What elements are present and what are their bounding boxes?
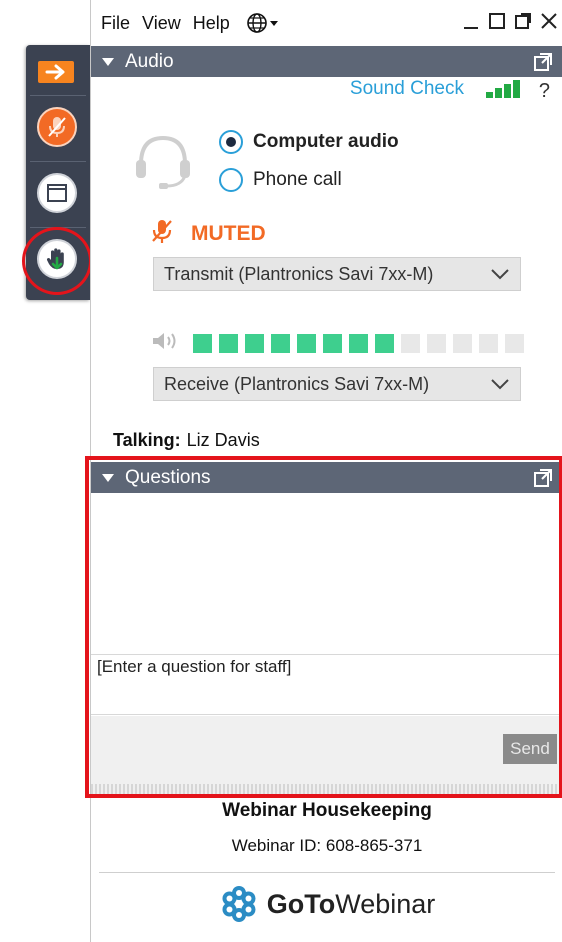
talking-name: Liz Davis [186,430,260,450]
brand-webinar: Webinar [335,888,436,919]
meter-segment [505,334,524,353]
globe-icon[interactable] [246,12,280,34]
webinar-title: Webinar Housekeeping [222,800,432,821]
meter-segment-active [219,334,238,353]
radio-phone-call[interactable]: Phone call [219,168,342,192]
brand-goto: GoTo [266,888,336,919]
speaker-volume-row [151,330,524,357]
sound-check-link[interactable]: Sound Check [350,78,464,100]
help-icon[interactable]: ? [539,80,550,103]
transmit-device-value: Transmit (Plantronics Savi 7xx-M) [164,263,434,284]
microphone-muted-icon[interactable] [37,107,77,147]
footer-divider [99,872,555,873]
radio-computer-audio[interactable]: Computer audio [219,130,399,154]
talking-status: Talking: Liz Davis [113,430,260,451]
computer-audio-label: Computer audio [253,131,399,152]
meter-segment-active [349,334,368,353]
close-icon[interactable] [539,10,559,32]
mute-status[interactable]: MUTED [151,218,266,249]
meter-segment-active [271,334,290,353]
meter-segment-active [375,334,394,353]
meter-segment-active [245,334,264,353]
maximize-icon[interactable] [487,10,507,32]
menu-help[interactable]: Help [193,13,230,34]
signal-strength-icon [486,80,520,98]
popout-icon[interactable] [513,10,533,32]
questions-highlight [85,456,562,798]
chevron-down-icon[interactable] [490,268,510,280]
transmit-device-select[interactable]: Transmit (Plantronics Savi 7xx-M) [153,257,521,291]
gotowebinar-logo: GoTo Webinar [91,884,562,924]
microphone-muted-icon[interactable] [151,218,173,249]
talking-label: Talking: [113,430,181,450]
window-icon[interactable] [37,173,77,213]
menu-file[interactable]: File [101,13,130,34]
muted-label: MUTED [191,221,266,245]
arrow-right-icon[interactable] [38,61,74,83]
minimize-icon[interactable] [461,10,481,32]
phone-call-label: Phone call [253,169,342,190]
raise-hand-highlight [22,227,92,295]
meter-segment-active [193,334,212,353]
volume-meter [193,334,524,353]
collapse-triangle-icon[interactable] [101,57,115,67]
meter-segment [427,334,446,353]
meter-segment [453,334,472,353]
speaker-icon[interactable] [151,330,181,357]
audio-header-title: Audio [125,50,174,72]
meter-segment [401,334,420,353]
toolbar-divider [30,161,86,162]
meter-segment-active [297,334,316,353]
menu-bar: File View Help [91,0,562,46]
receive-device-select[interactable]: Receive (Plantronics Savi 7xx-M) [153,367,521,401]
webinar-id: Webinar ID: 608-865-371 [231,836,423,855]
control-panel: File View Help Audio Sound Check ? Compu… [85,0,562,942]
headset-icon [131,128,195,197]
radio-button-selected[interactable] [219,130,243,154]
receive-device-value: Receive (Plantronics Savi 7xx-M) [164,373,430,394]
window-controls [461,10,559,32]
chevron-down-icon[interactable] [490,378,510,390]
radio-button[interactable] [219,168,243,192]
meter-segment-active [323,334,342,353]
toolbar-divider [30,95,86,96]
meter-segment [479,334,498,353]
menu-view[interactable]: View [142,13,181,34]
audio-header[interactable]: Audio [91,46,562,77]
popout-icon[interactable] [533,52,553,72]
gotowebinar-flower-icon [219,884,259,924]
